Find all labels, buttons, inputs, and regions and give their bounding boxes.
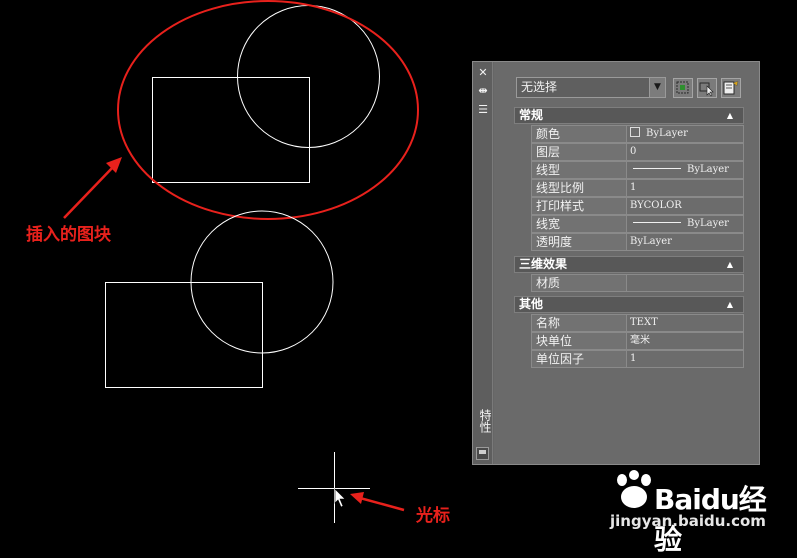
close-icon[interactable]: ✕ bbox=[476, 66, 490, 79]
line-preview-icon bbox=[633, 221, 681, 223]
baidu-jingyan-watermark: Baidu经验 jingyan.baidu.com bbox=[610, 468, 790, 556]
palette-title: 特性 bbox=[478, 409, 492, 433]
property-name: 颜色 bbox=[531, 125, 627, 143]
cursor-arrow-line bbox=[359, 496, 405, 512]
property-value[interactable] bbox=[627, 274, 744, 292]
property-value-text: ByLayer bbox=[630, 236, 672, 247]
property-name: 名称 bbox=[531, 314, 627, 332]
quick-select-icon bbox=[723, 80, 739, 95]
property-row[interactable]: 线型 ByLayer bbox=[531, 161, 744, 179]
property-row[interactable]: 单位因子 1 bbox=[531, 350, 744, 368]
auto-hide-icon[interactable]: ⇹ bbox=[476, 84, 490, 97]
palette-body: 无选择 ▼ 常规 ▲ 颜色 ByLayer 图层 0 线型 ByLayer 线型比例 1 打印样式 bbox=[494, 62, 759, 464]
block-rectangle-bottom[interactable] bbox=[105, 282, 263, 388]
property-row[interactable]: 线宽 ByLayer bbox=[531, 215, 744, 233]
section-title: 三维效果 bbox=[519, 257, 568, 271]
property-value[interactable]: ByLayer bbox=[627, 161, 744, 179]
block-circle-top[interactable] bbox=[237, 5, 380, 148]
property-value[interactable]: 1 bbox=[627, 350, 744, 368]
property-name: 图层 bbox=[531, 143, 627, 161]
property-name: 线型 bbox=[531, 161, 627, 179]
property-value[interactable]: TEXT bbox=[627, 314, 744, 332]
property-name: 线型比例 bbox=[531, 179, 627, 197]
property-value[interactable]: 0 bbox=[627, 143, 744, 161]
property-row[interactable]: 块单位 毫米 bbox=[531, 332, 744, 350]
property-row[interactable]: 图层 0 bbox=[531, 143, 744, 161]
collapse-icon[interactable]: ▲ bbox=[727, 297, 733, 312]
section-header-2[interactable]: 三维效果 ▲ bbox=[514, 256, 744, 273]
color-swatch-icon bbox=[630, 127, 640, 137]
section-header-3[interactable]: 其他 ▲ bbox=[514, 296, 744, 313]
property-name: 材质 bbox=[531, 274, 627, 292]
block-rectangle-top[interactable] bbox=[152, 77, 310, 183]
property-name: 线宽 bbox=[531, 215, 627, 233]
section-header-1[interactable]: 常规 ▲ bbox=[514, 107, 744, 124]
property-row[interactable]: 材质 bbox=[531, 274, 744, 292]
property-name: 块单位 bbox=[531, 332, 627, 350]
property-value-text: 毫米 bbox=[630, 335, 650, 346]
watermark-url: jingyan.baidu.com bbox=[610, 512, 766, 530]
property-value[interactable]: 毫米 bbox=[627, 332, 744, 350]
property-row[interactable]: 名称 TEXT bbox=[531, 314, 744, 332]
property-value[interactable]: BYCOLOR bbox=[627, 197, 744, 215]
property-row[interactable]: 透明度 ByLayer bbox=[531, 233, 744, 251]
toggle-pickadd-button[interactable] bbox=[673, 78, 693, 98]
property-name: 打印样式 bbox=[531, 197, 627, 215]
palette-title-strip: ✕ ⇹ ☰ 特性 bbox=[473, 62, 493, 464]
toggle-pickadd-icon bbox=[676, 81, 689, 94]
highlight-ellipse bbox=[117, 0, 419, 220]
property-row[interactable]: 线型比例 1 bbox=[531, 179, 744, 197]
property-value-text: BYCOLOR bbox=[630, 200, 682, 211]
block-arrow-line bbox=[63, 165, 115, 219]
chevron-down-icon[interactable]: ▼ bbox=[649, 78, 665, 97]
select-objects-button[interactable] bbox=[697, 78, 717, 98]
property-value[interactable]: ByLayer bbox=[627, 233, 744, 251]
collapse-icon[interactable]: ▲ bbox=[727, 108, 733, 123]
quick-select-button[interactable] bbox=[721, 78, 741, 98]
property-value-text: ByLayer bbox=[687, 218, 729, 229]
property-value-text: ByLayer bbox=[687, 164, 729, 175]
line-preview-icon bbox=[633, 167, 681, 169]
property-name: 单位因子 bbox=[531, 350, 627, 368]
palette-properties-icon[interactable]: ☰ bbox=[476, 103, 490, 116]
block-annotation-label: 插入的图块 bbox=[26, 225, 111, 245]
properties-palette: ✕ ⇹ ☰ 特性 无选择 ▼ 常规 ▲ 颜色 ByLayer 图层 0 线型 B… bbox=[472, 61, 760, 465]
property-row[interactable]: 颜色 ByLayer bbox=[531, 125, 744, 143]
palette-settings-icon[interactable] bbox=[476, 447, 489, 460]
property-value-text: ByLayer bbox=[646, 128, 688, 139]
property-value-text: 1 bbox=[630, 182, 637, 193]
cursor-pointer-icon bbox=[334, 488, 346, 508]
object-type-value: 无选择 bbox=[521, 80, 558, 94]
property-value-text: 1 bbox=[630, 353, 637, 364]
property-value[interactable]: 1 bbox=[627, 179, 744, 197]
object-type-dropdown[interactable]: 无选择 ▼ bbox=[516, 77, 666, 98]
property-value-text: TEXT bbox=[630, 317, 658, 328]
property-row[interactable]: 打印样式 BYCOLOR bbox=[531, 197, 744, 215]
property-name: 透明度 bbox=[531, 233, 627, 251]
property-value[interactable]: ByLayer bbox=[627, 215, 744, 233]
cursor-arrow-head bbox=[350, 492, 364, 504]
section-title: 其他 bbox=[519, 297, 544, 311]
paw-logo-icon bbox=[617, 470, 651, 508]
property-value-text: 0 bbox=[630, 146, 637, 157]
section-title: 常规 bbox=[519, 108, 544, 122]
collapse-icon[interactable]: ▲ bbox=[727, 257, 733, 272]
cursor-annotation-label: 光标 bbox=[416, 506, 450, 526]
select-objects-icon bbox=[699, 82, 714, 97]
property-value[interactable]: ByLayer bbox=[627, 125, 744, 143]
